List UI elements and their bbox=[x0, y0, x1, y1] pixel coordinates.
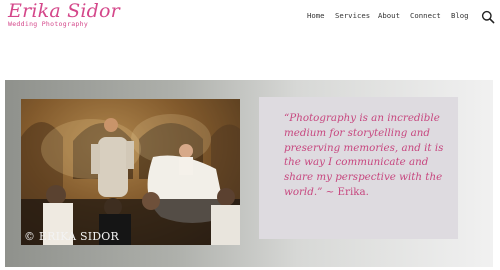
photo-watermark: © ERIKA SIDOR bbox=[24, 230, 119, 243]
search-icon[interactable] bbox=[481, 9, 495, 24]
site-logo[interactable]: Erika Sidor Wedding Photography bbox=[8, 2, 120, 28]
nav-item-about[interactable]: About bbox=[378, 11, 400, 20]
quote-attribution: ~ Erika. bbox=[325, 185, 369, 198]
wedding-photo-illustration bbox=[21, 99, 240, 245]
nav-item-connect[interactable]: Connect bbox=[410, 11, 441, 20]
nav-item-services[interactable]: Services bbox=[335, 11, 370, 20]
nav-item-blog[interactable]: Blog bbox=[451, 11, 469, 20]
hero-photo: © ERIKA SIDOR bbox=[21, 99, 240, 245]
logo-name: Erika Sidor bbox=[8, 0, 120, 22]
site-header: Erika Sidor Wedding Photography Home Ser… bbox=[0, 0, 500, 34]
nav-item-home[interactable]: Home bbox=[307, 11, 325, 20]
quote-card: “Photography is an incredible medium for… bbox=[259, 97, 458, 239]
logo-tagline: Wedding Photography bbox=[8, 20, 89, 28]
quote: “Photography is an incredible medium for… bbox=[284, 111, 449, 200]
